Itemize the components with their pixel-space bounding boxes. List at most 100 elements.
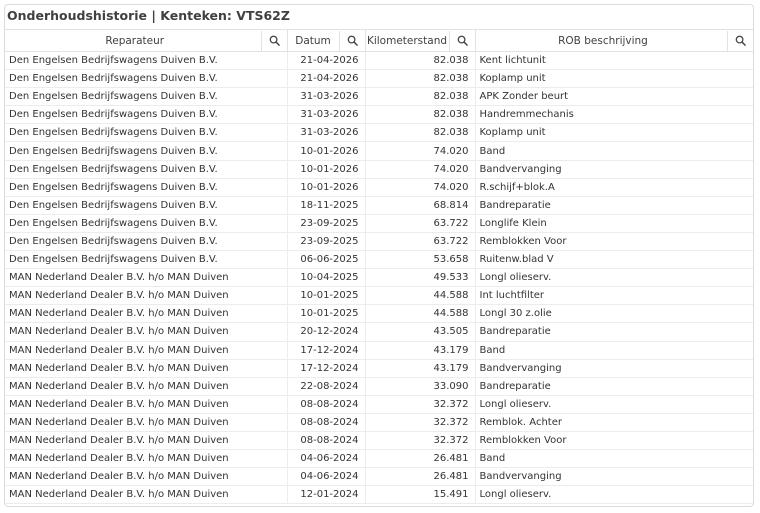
cell-rob: APK Zonder beurt: [475, 87, 753, 107]
cell-reparateur: Den Engelsen Bedrijfswagens Duiven B.V.: [5, 69, 288, 89]
search-icon: [269, 35, 280, 46]
cell-reparateur: MAN Nederland Dealer B.V. h/o MAN Duiven: [5, 449, 288, 469]
column-header-datum[interactable]: Datum: [287, 29, 366, 52]
table-row[interactable]: MAN Nederland Dealer B.V. h/o MAN Duiven…: [5, 395, 753, 414]
table-row[interactable]: MAN Nederland Dealer B.V. h/o MAN Duiven…: [5, 485, 753, 505]
search-datum-button[interactable]: [338, 30, 365, 51]
cell-datum: 31-03-2026: [287, 87, 366, 107]
table-row[interactable]: Den Engelsen Bedrijfswagens Duiven B.V. 2…: [5, 214, 753, 233]
cell-rob: Bandvervanging: [475, 467, 753, 487]
cell-rob: Bandreparatie: [475, 377, 753, 396]
cell-datum: 08-08-2024: [287, 395, 366, 414]
cell-datum: 21-04-2026: [287, 51, 366, 71]
column-header-rob[interactable]: ROB beschrijving: [475, 29, 753, 52]
column-label-rob: ROB beschrijving: [558, 34, 648, 47]
cell-rob: Koplamp unit: [475, 123, 753, 143]
table-row[interactable]: MAN Nederland Dealer B.V. h/o MAN Duiven…: [5, 413, 753, 432]
cell-rob: Longl olieserv.: [475, 485, 753, 505]
cell-kilometerstand: 26.481: [365, 449, 476, 469]
cell-datum: 17-12-2024: [287, 359, 366, 378]
cell-kilometerstand: 43.179: [365, 341, 476, 360]
search-rob-button[interactable]: [726, 30, 753, 51]
table-row[interactable]: MAN Nederland Dealer B.V. h/o MAN Duiven…: [5, 449, 753, 469]
table-body: Den Engelsen Bedrijfswagens Duiven B.V. 2…: [5, 51, 753, 505]
table-row[interactable]: Den Engelsen Bedrijfswagens Duiven B.V. 2…: [5, 51, 753, 71]
cell-datum: 10-01-2025: [287, 304, 366, 324]
cell-reparateur: MAN Nederland Dealer B.V. h/o MAN Duiven: [5, 395, 288, 414]
search-kilometerstand-button[interactable]: [448, 30, 475, 51]
cell-rob: Longlife Klein: [475, 214, 753, 233]
column-label-kilometerstand: Kilometerstand: [366, 34, 448, 47]
column-label-datum: Datum: [295, 34, 331, 47]
cell-rob: Ruitenw.blad V: [475, 250, 753, 270]
cell-rob: Bandreparatie: [475, 196, 753, 215]
cell-rob: Remblokken Voor: [475, 431, 753, 451]
cell-rob: Band: [475, 141, 753, 161]
table-row[interactable]: Den Engelsen Bedrijfswagens Duiven B.V. 3…: [5, 105, 753, 125]
cell-datum: 31-03-2026: [287, 123, 366, 143]
table-row[interactable]: MAN Nederland Dealer B.V. h/o MAN Duiven…: [5, 467, 753, 487]
cell-kilometerstand: 44.588: [365, 286, 476, 306]
cell-rob: Koplamp unit: [475, 69, 753, 89]
cell-kilometerstand: 53.658: [365, 250, 476, 270]
cell-kilometerstand: 82.038: [365, 87, 476, 107]
table-row[interactable]: Den Engelsen Bedrijfswagens Duiven B.V. 2…: [5, 232, 753, 252]
table-row[interactable]: MAN Nederland Dealer B.V. h/o MAN Duiven…: [5, 341, 753, 360]
cell-reparateur: Den Engelsen Bedrijfswagens Duiven B.V.: [5, 87, 288, 107]
cell-reparateur: MAN Nederland Dealer B.V. h/o MAN Duiven: [5, 377, 288, 396]
table-row[interactable]: MAN Nederland Dealer B.V. h/o MAN Duiven…: [5, 268, 753, 288]
cell-reparateur: MAN Nederland Dealer B.V. h/o MAN Duiven: [5, 359, 288, 378]
cell-datum: 22-08-2024: [287, 377, 366, 396]
cell-kilometerstand: 74.020: [365, 178, 476, 197]
cell-kilometerstand: 74.020: [365, 141, 476, 161]
table-row[interactable]: Den Engelsen Bedrijfswagens Duiven B.V. 1…: [5, 196, 753, 215]
cell-rob: Longl 30 z.olie: [475, 304, 753, 324]
cell-datum: 23-09-2025: [287, 214, 366, 233]
cell-datum: 10-01-2026: [287, 178, 366, 197]
cell-reparateur: Den Engelsen Bedrijfswagens Duiven B.V.: [5, 160, 288, 179]
cell-kilometerstand: 82.038: [365, 51, 476, 71]
table-row[interactable]: MAN Nederland Dealer B.V. h/o MAN Duiven…: [5, 431, 753, 451]
cell-rob: Bandvervanging: [475, 359, 753, 378]
cell-kilometerstand: 82.038: [365, 69, 476, 89]
cell-kilometerstand: 68.814: [365, 196, 476, 215]
search-icon: [735, 35, 746, 46]
cell-kilometerstand: 33.090: [365, 377, 476, 396]
table-row[interactable]: MAN Nederland Dealer B.V. h/o MAN Duiven…: [5, 359, 753, 378]
table-row[interactable]: Den Engelsen Bedrijfswagens Duiven B.V. 0…: [5, 250, 753, 270]
table-row[interactable]: MAN Nederland Dealer B.V. h/o MAN Duiven…: [5, 377, 753, 396]
cell-reparateur: MAN Nederland Dealer B.V. h/o MAN Duiven: [5, 341, 288, 360]
cell-reparateur: MAN Nederland Dealer B.V. h/o MAN Duiven: [5, 413, 288, 432]
table-row[interactable]: MAN Nederland Dealer B.V. h/o MAN Duiven…: [5, 286, 753, 306]
cell-kilometerstand: 74.020: [365, 160, 476, 179]
cell-datum: 10-01-2026: [287, 141, 366, 161]
cell-rob: R.schijf+blok.A: [475, 178, 753, 197]
cell-datum: 20-12-2024: [287, 322, 366, 342]
cell-reparateur: MAN Nederland Dealer B.V. h/o MAN Duiven: [5, 467, 288, 487]
cell-rob: Int luchtfilter: [475, 286, 753, 306]
cell-datum: 12-01-2024: [287, 485, 366, 505]
table-row[interactable]: Den Engelsen Bedrijfswagens Duiven B.V. 1…: [5, 141, 753, 161]
table-row[interactable]: Den Engelsen Bedrijfswagens Duiven B.V. 1…: [5, 178, 753, 197]
cell-reparateur: Den Engelsen Bedrijfswagens Duiven B.V.: [5, 141, 288, 161]
cell-datum: 04-06-2024: [287, 467, 366, 487]
table-row[interactable]: MAN Nederland Dealer B.V. h/o MAN Duiven…: [5, 304, 753, 324]
table-header-row: Reparateur Datum Kilometerstand ROB besc…: [5, 29, 753, 52]
column-header-reparateur[interactable]: Reparateur: [5, 29, 288, 52]
table-row[interactable]: MAN Nederland Dealer B.V. h/o MAN Duiven…: [5, 322, 753, 342]
cell-kilometerstand: 32.372: [365, 413, 476, 432]
cell-rob: Handremmechanis: [475, 105, 753, 125]
table-row[interactable]: Den Engelsen Bedrijfswagens Duiven B.V. 2…: [5, 69, 753, 89]
column-header-kilometerstand[interactable]: Kilometerstand: [365, 29, 476, 52]
cell-datum: 06-06-2025: [287, 250, 366, 270]
cell-reparateur: Den Engelsen Bedrijfswagens Duiven B.V.: [5, 51, 288, 71]
cell-rob: Remblok. Achter: [475, 413, 753, 432]
cell-reparateur: Den Engelsen Bedrijfswagens Duiven B.V.: [5, 105, 288, 125]
cell-kilometerstand: 82.038: [365, 105, 476, 125]
table-row[interactable]: Den Engelsen Bedrijfswagens Duiven B.V. 3…: [5, 87, 753, 107]
search-reparateur-button[interactable]: [260, 30, 287, 51]
table-row[interactable]: Den Engelsen Bedrijfswagens Duiven B.V. 1…: [5, 160, 753, 179]
cell-reparateur: MAN Nederland Dealer B.V. h/o MAN Duiven: [5, 268, 288, 288]
cell-datum: 23-09-2025: [287, 232, 366, 252]
table-row[interactable]: Den Engelsen Bedrijfswagens Duiven B.V. 3…: [5, 123, 753, 143]
